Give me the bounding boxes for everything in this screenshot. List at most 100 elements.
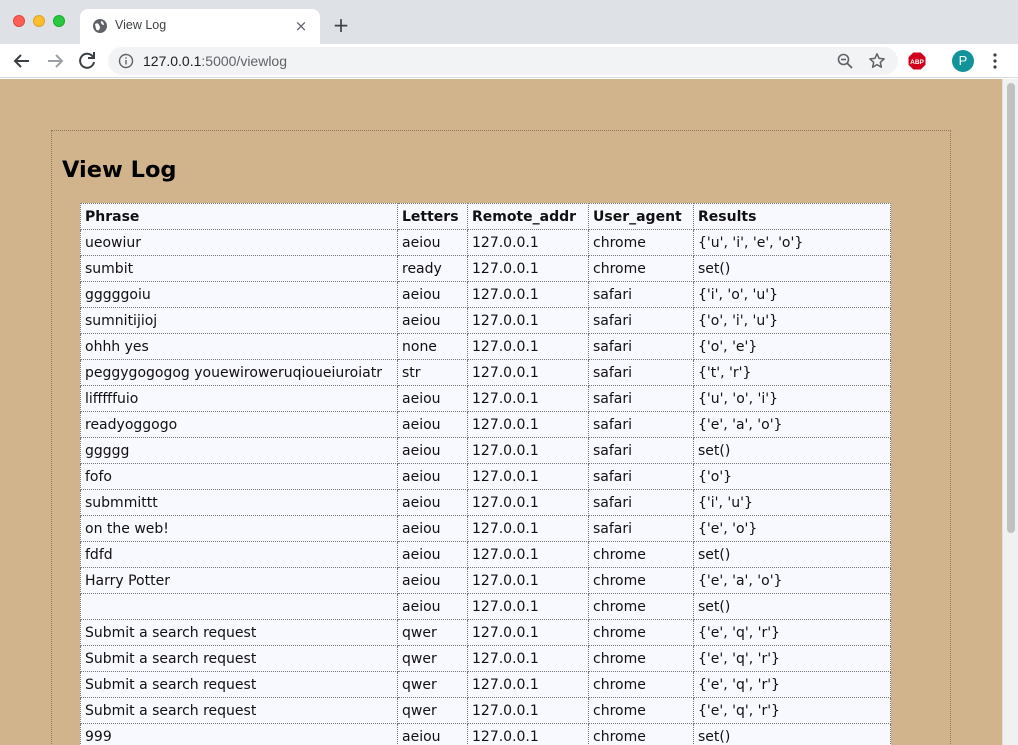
table-row: ueowiur aeiou 127.0.0.1 chrome {'u', 'i', 'e…: [80, 229, 891, 256]
table-cell-phrase: Submit a search request: [80, 671, 398, 698]
table-cell-phrase: Submit a search request: [80, 619, 398, 646]
window-maximize-button[interactable]: [53, 15, 65, 27]
tab-close-icon[interactable]: ×: [292, 17, 310, 35]
new-tab-button[interactable]: +: [330, 14, 352, 36]
table-row: on the web! aeiou 127.0.0.1 safari {'e', 'o'…: [80, 515, 891, 542]
table-cell-remote_addr: 127.0.0.1: [467, 229, 589, 256]
table-cell-results: {'u', 'i', 'e', 'o'}: [693, 229, 891, 256]
table-cell-letters: aeiou: [397, 229, 468, 256]
window-close-button[interactable]: [13, 15, 25, 27]
zoom-out-icon[interactable]: [836, 52, 854, 70]
table-row: Submit a search request qwer 127.0.0.1 chro…: [80, 671, 891, 698]
table-row: Submit a search request qwer 127.0.0.1 chro…: [80, 645, 891, 672]
address-bar[interactable]: 127.0.0.1:5000/viewlog: [108, 47, 898, 75]
table-row: sumbit ready 127.0.0.1 chrome set(): [80, 255, 891, 282]
bookmark-star-icon[interactable]: [868, 52, 886, 70]
table-cell-user_agent: safari: [588, 359, 694, 386]
table-cell-remote_addr: 127.0.0.1: [467, 359, 589, 386]
table-cell-phrase: peggygogogog youewiroweruqioueiuroiatr: [80, 359, 398, 386]
table-cell-remote_addr: 127.0.0.1: [467, 489, 589, 516]
url-host: 127.0.0.1: [143, 53, 202, 69]
table-row: lifffffuio aeiou 127.0.0.1 safari {'u', 'o',…: [80, 385, 891, 412]
table-cell-remote_addr: 127.0.0.1: [467, 255, 589, 282]
table-cell-user_agent: chrome: [588, 593, 694, 620]
table-cell-results: set(): [693, 723, 891, 745]
url-path: :5000/viewlog: [201, 53, 288, 69]
table-cell-results: {'u', 'o', 'i'}: [693, 385, 891, 412]
table-cell-phrase: fdfd: [80, 541, 398, 568]
url-text[interactable]: 127.0.0.1:5000/viewlog: [143, 53, 287, 69]
table-row: ohhh yes none 127.0.0.1 safari {'o', 'e'}: [80, 333, 891, 360]
abp-label: ABP: [910, 59, 924, 66]
table-cell-letters: aeiou: [397, 437, 468, 464]
scrollbar-thumb[interactable]: [1007, 83, 1015, 533]
table-cell-results: {'e', 'a', 'o'}: [693, 567, 891, 594]
table-cell-results: {'e', 'q', 'r'}: [693, 619, 891, 646]
profile-avatar[interactable]: P: [952, 50, 974, 72]
table-cell-user_agent: safari: [588, 307, 694, 334]
table-cell-letters: str: [397, 359, 468, 386]
column-header-letters: Letters: [397, 203, 468, 230]
table-row: 999 aeiou 127.0.0.1 chrome set(): [80, 723, 891, 745]
table-cell-results: {'o', 'e'}: [693, 333, 891, 360]
table-row: gggggoiu aeiou 127.0.0.1 safari {'i', 'o', '…: [80, 281, 891, 308]
table-cell-phrase: ueowiur: [80, 229, 398, 256]
table-cell-user_agent: chrome: [588, 229, 694, 256]
table-cell-phrase: ggggg: [80, 437, 398, 464]
table-cell-remote_addr: 127.0.0.1: [467, 307, 589, 334]
table-cell-letters: aeiou: [397, 307, 468, 334]
table-cell-results: {'i', 'o', 'u'}: [693, 281, 891, 308]
table-cell-results: {'o', 'i', 'u'}: [693, 307, 891, 334]
table-cell-letters: qwer: [397, 671, 468, 698]
browser-tab-active[interactable]: View Log ×: [80, 9, 320, 44]
table-cell-results: {'i', 'u'}: [693, 489, 891, 516]
table-cell-user_agent: safari: [588, 515, 694, 542]
table-cell-phrase: sumbit: [80, 255, 398, 282]
table-cell-remote_addr: 127.0.0.1: [467, 645, 589, 672]
table-cell-remote_addr: 127.0.0.1: [467, 671, 589, 698]
kebab-menu-icon[interactable]: [988, 52, 1002, 70]
window-minimize-button[interactable]: [33, 15, 45, 27]
table-cell-remote_addr: 127.0.0.1: [467, 593, 589, 620]
page-viewport: View Log Phrase Letters Remote_addr User_ag…: [0, 79, 1002, 745]
table-cell-user_agent: safari: [588, 281, 694, 308]
table-cell-user_agent: chrome: [588, 541, 694, 568]
browser-toolbar: 127.0.0.1:5000/viewlog ABP P: [0, 44, 1018, 78]
table-cell-results: set(): [693, 541, 891, 568]
table-cell-letters: ready: [397, 255, 468, 282]
table-cell-user_agent: safari: [588, 489, 694, 516]
table-cell-results: {'e', 'q', 'r'}: [693, 671, 891, 698]
table-cell-user_agent: safari: [588, 411, 694, 438]
table-row: Submit a search request qwer 127.0.0.1 chro…: [80, 697, 891, 724]
table-cell-results: {'o'}: [693, 463, 891, 490]
back-arrow-icon[interactable]: [10, 49, 34, 73]
table-cell-user_agent: chrome: [588, 671, 694, 698]
table-cell-phrase: Submit a search request: [80, 645, 398, 672]
adblock-plus-icon[interactable]: ABP: [908, 52, 926, 70]
table-cell-results: {'t', 'r'}: [693, 359, 891, 386]
tab-title: View Log: [115, 18, 167, 32]
content-container: View Log Phrase Letters Remote_addr User_ag…: [51, 130, 951, 745]
table-cell-remote_addr: 127.0.0.1: [467, 567, 589, 594]
globe-icon: [93, 19, 107, 33]
table-cell-letters: qwer: [397, 619, 468, 646]
forward-arrow-icon[interactable]: [43, 49, 67, 73]
table-cell-letters: aeiou: [397, 385, 468, 412]
table-cell-phrase: [80, 593, 398, 620]
info-icon[interactable]: [118, 53, 134, 69]
table-cell-letters: qwer: [397, 697, 468, 724]
table-cell-user_agent: safari: [588, 333, 694, 360]
table-cell-user_agent: safari: [588, 385, 694, 412]
table-cell-letters: aeiou: [397, 541, 468, 568]
table-cell-remote_addr: 127.0.0.1: [467, 723, 589, 745]
table-cell-results: {'e', 'q', 'r'}: [693, 697, 891, 724]
table-row: fofo aeiou 127.0.0.1 safari {'o'}: [80, 463, 891, 490]
vertical-scrollbar[interactable]: [1002, 79, 1018, 745]
table-row: ggggg aeiou 127.0.0.1 safari set(): [80, 437, 891, 464]
table-cell-letters: aeiou: [397, 567, 468, 594]
reload-icon[interactable]: [75, 49, 99, 73]
table-cell-user_agent: chrome: [588, 255, 694, 282]
table-row: Harry Potter aeiou 127.0.0.1 chrome {'e', 'a…: [80, 567, 891, 594]
table-row: submmittt aeiou 127.0.0.1 safari {'i', 'u'}: [80, 489, 891, 516]
table-cell-phrase: 999: [80, 723, 398, 745]
